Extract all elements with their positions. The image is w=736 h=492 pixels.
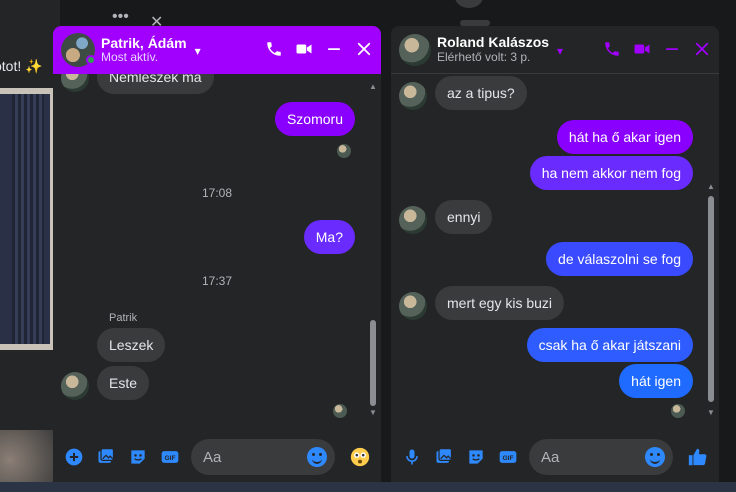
- composer: GIF Aa: [391, 430, 719, 484]
- scrollbar[interactable]: ▲ ▼: [369, 82, 377, 422]
- background-photo: [0, 88, 56, 350]
- gif-icon[interactable]: GIF: [497, 446, 519, 468]
- scroll-down-arrow[interactable]: ▼: [707, 408, 715, 417]
- input-placeholder: Aa: [203, 448, 222, 466]
- timestamp: 17:08: [201, 186, 233, 200]
- screen: { "background": { "partial_text": "otot!…: [0, 0, 736, 492]
- message-list[interactable]: Nemleszek ma Szomoru 17:08 Ma? 17:37 Pat…: [53, 74, 381, 428]
- read-receipt-avatar: [671, 404, 685, 418]
- message-list[interactable]: az a tipus? hát ha ő akar igen ha nem ak…: [391, 74, 719, 428]
- avatar: [399, 292, 427, 320]
- message-outgoing: Szomoru: [274, 102, 355, 136]
- message-incoming: mert egy kis buzi: [435, 286, 565, 320]
- scroll-up-arrow[interactable]: ▲: [707, 182, 715, 191]
- message-input[interactable]: Aa: [191, 439, 335, 475]
- avatar: [399, 206, 427, 234]
- chat-status: Most aktív.: [101, 50, 159, 65]
- read-receipt-avatar: [337, 144, 351, 158]
- plus-circle-icon[interactable]: [63, 446, 85, 468]
- background-avatar-fragment: [455, 0, 483, 8]
- close-icon[interactable]: [693, 39, 711, 59]
- background-more-icon: •••: [112, 8, 129, 25]
- input-placeholder: Aa: [541, 448, 560, 466]
- emoji-icon[interactable]: [307, 447, 327, 467]
- chevron-down-icon[interactable]: ▾: [195, 44, 201, 58]
- emoji-icon[interactable]: [645, 447, 665, 467]
- chat-window-group: Patrik, Ádám Most aktív. ▾ Nemleszek ma …: [53, 26, 381, 492]
- message-incoming: Leszek: [97, 328, 166, 362]
- scrollbar[interactable]: ▲ ▼: [707, 82, 715, 422]
- thumbs-up-icon[interactable]: [687, 446, 709, 468]
- video-icon[interactable]: [295, 39, 313, 59]
- background-text: otot! ✨: [0, 58, 43, 74]
- chevron-down-icon[interactable]: ▾: [557, 44, 563, 58]
- avatar: [61, 74, 89, 92]
- scroll-up-arrow[interactable]: ▲: [369, 82, 377, 91]
- online-indicator: [86, 55, 96, 65]
- chat-header[interactable]: Patrik, Ádám Most aktív. ▾: [53, 26, 381, 74]
- timestamp: 17:37: [201, 274, 233, 288]
- quick-reaction-emoji-icon[interactable]: [349, 446, 371, 468]
- message-input[interactable]: Aa: [529, 439, 673, 475]
- background-page: otot! ✨: [0, 0, 60, 492]
- message-outgoing: ha nem akkor nem fog: [529, 156, 693, 190]
- read-receipt-avatar: [333, 404, 347, 418]
- message-outgoing: hát igen: [619, 364, 693, 398]
- chat-title[interactable]: Patrik, Ádám: [101, 35, 187, 51]
- scroll-thumb[interactable]: [708, 196, 714, 402]
- scroll-down-arrow[interactable]: ▼: [369, 408, 377, 417]
- microphone-icon[interactable]: [401, 446, 423, 468]
- sticker-icon[interactable]: [127, 446, 149, 468]
- chat-window-direct: Roland Kalászos Elérhető volt: 3 p. ▾ az…: [391, 26, 719, 492]
- sticker-icon[interactable]: [465, 446, 487, 468]
- message-incoming: Nemleszek ma: [97, 74, 214, 94]
- composer: GIF Aa: [53, 430, 381, 484]
- message-incoming: az a tipus?: [435, 76, 527, 110]
- taskbar: [0, 482, 736, 492]
- chat-status: Elérhető volt: 3 p.: [437, 49, 531, 64]
- message-outgoing: Ma?: [303, 220, 355, 254]
- image-icon[interactable]: [95, 446, 117, 468]
- chat-title[interactable]: Roland Kalászos: [437, 34, 549, 50]
- sender-name: Patrik: [109, 312, 138, 324]
- avatar: [399, 82, 427, 110]
- gif-icon[interactable]: GIF: [159, 446, 181, 468]
- contact-avatar[interactable]: [399, 33, 431, 66]
- svg-text:GIF: GIF: [502, 455, 513, 462]
- minimize-icon[interactable]: [663, 39, 681, 59]
- message-outgoing: de válaszolni se fog: [546, 242, 693, 276]
- video-icon[interactable]: [633, 39, 651, 59]
- avatar: [61, 372, 89, 400]
- phone-icon[interactable]: [603, 39, 621, 59]
- message-outgoing: hát ha ő akar igen: [556, 120, 693, 154]
- scroll-thumb[interactable]: [370, 320, 376, 406]
- message-incoming: ennyi: [435, 200, 493, 234]
- chat-header[interactable]: Roland Kalászos Elérhető volt: 3 p. ▾: [391, 26, 719, 74]
- message-outgoing: csak ha ő akar játszani: [526, 328, 693, 362]
- minimize-icon[interactable]: [325, 39, 343, 59]
- message-incoming: Este: [97, 366, 150, 400]
- close-icon[interactable]: [355, 39, 373, 59]
- phone-icon[interactable]: [265, 39, 283, 59]
- image-icon[interactable]: [433, 446, 455, 468]
- svg-text:GIF: GIF: [164, 455, 175, 462]
